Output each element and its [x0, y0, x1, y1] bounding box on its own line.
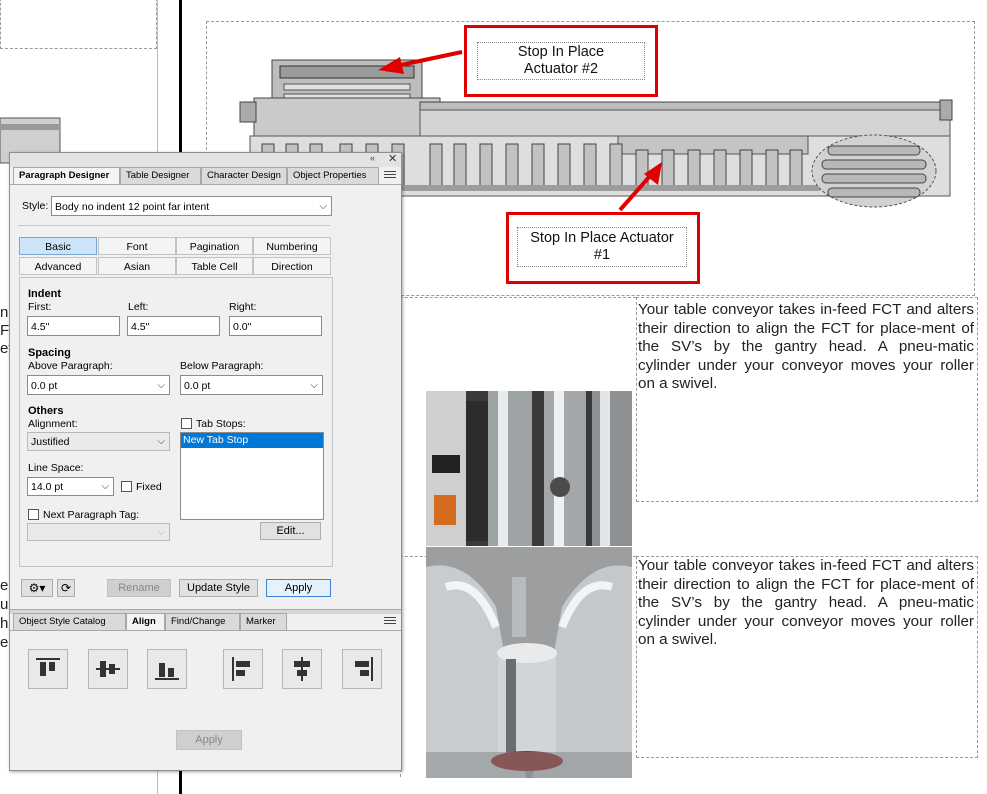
line-space-value: 14.0 pt: [31, 481, 64, 493]
callout-label: Stop In Place Actuator #1: [517, 227, 687, 267]
photo-rollers-top[interactable]: [426, 391, 632, 546]
chevron-down-icon: ⌵: [157, 436, 165, 447]
align-top-icon: [36, 658, 60, 676]
fixed-label: Fixed: [136, 481, 162, 493]
tab-character-designer[interactable]: Character Design: [201, 167, 287, 184]
tab-stops-label: Tab Stops:: [196, 418, 246, 430]
align-panel-menu-icon[interactable]: [384, 617, 396, 627]
grid-tab-numbering[interactable]: Numbering: [253, 237, 331, 255]
align-middle-button[interactable]: [88, 649, 128, 689]
align-bottom-icon: [155, 663, 179, 680]
top-tab-bar: Paragraph Designer Table Designer Charac…: [13, 167, 379, 185]
align-bottom-button[interactable]: [147, 649, 187, 689]
edit-button[interactable]: Edit...: [260, 522, 321, 540]
paragraph-text[interactable]: Your table conveyor takes in-feed FCT an…: [638, 557, 974, 650]
style-label: Style:: [22, 200, 49, 212]
chevron-down-icon: ⌵: [101, 481, 109, 492]
grid-tab-pagination[interactable]: Pagination: [176, 237, 253, 255]
align-apply-button[interactable]: Apply: [176, 730, 242, 750]
align-left-button[interactable]: [223, 649, 263, 689]
style-value: Body no indent 12 point far intent: [55, 201, 210, 213]
rename-button[interactable]: Rename: [107, 579, 171, 597]
tab-stops-checkbox[interactable]: [181, 418, 192, 429]
above-paragraph-value: 0.0 pt: [31, 380, 58, 392]
line-space-dropdown[interactable]: 14.0 pt ⌵: [27, 477, 114, 496]
next-paragraph-tag-checkbox[interactable]: [28, 509, 39, 520]
below-paragraph-dropdown[interactable]: 0.0 pt ⌵: [180, 375, 323, 395]
tab-object-style-catalog[interactable]: Object Style Catalog: [13, 613, 126, 630]
tab-find-change[interactable]: Find/Change: [165, 613, 240, 630]
tab-stop-item-new[interactable]: New Tab Stop: [181, 433, 323, 448]
right-label: Right:: [229, 301, 257, 313]
left-indent-field[interactable]: 4.5": [127, 316, 220, 336]
above-paragraph-label: Above Paragraph:: [28, 360, 113, 372]
next-paragraph-tag-label: Next Paragraph Tag:: [43, 509, 140, 521]
chevron-down-icon: ⌵: [157, 380, 165, 391]
fixed-checkbox[interactable]: [121, 481, 132, 492]
chevron-down-icon: ⌵: [157, 527, 165, 538]
above-paragraph-dropdown[interactable]: 0.0 pt ⌵: [27, 375, 170, 395]
tab-stops-list[interactable]: New Tab Stop: [180, 432, 324, 520]
body-paragraph[interactable]: Your table conveyor takes in-feed FCT an…: [638, 301, 974, 394]
align-center-button[interactable]: [282, 649, 322, 689]
close-icon[interactable]: ✕: [388, 152, 397, 165]
grid-tab-table-cell[interactable]: Table Cell: [176, 257, 253, 275]
apply-button[interactable]: Apply: [266, 579, 331, 597]
spacing-header: Spacing: [28, 347, 71, 359]
tab-table-designer[interactable]: Table Designer: [120, 167, 201, 184]
line-space-label: Line Space:: [28, 462, 84, 474]
next-paragraph-tag-dropdown[interactable]: ⌵: [27, 523, 170, 541]
align-left-icon: [232, 657, 250, 681]
chevron-down-icon: ⌵: [319, 201, 327, 212]
body-paragraph[interactable]: Your table conveyor takes in-feed FCT an…: [638, 557, 974, 650]
section-divider: [18, 225, 330, 226]
align-right-button[interactable]: [342, 649, 382, 689]
tab-divider: [10, 184, 401, 185]
guide-line: [400, 297, 636, 298]
tab-marker[interactable]: Marker: [240, 613, 287, 630]
paragraph-text[interactable]: Your table conveyor takes in-feed FCT an…: [638, 301, 974, 394]
below-paragraph-value: 0.0 pt: [184, 380, 211, 392]
first-indent-field[interactable]: 4.5": [27, 316, 120, 336]
tab-paragraph-designer[interactable]: Paragraph Designer: [13, 167, 120, 185]
photo-rollers-closeup[interactable]: [426, 547, 632, 778]
align-center-icon: [294, 657, 310, 681]
paragraph-designer-panel[interactable]: « ✕ Paragraph Designer Table Designer Ch…: [9, 152, 402, 771]
tab-object-properties[interactable]: Object Properties: [287, 167, 379, 184]
panel-menu-icon[interactable]: [384, 171, 396, 181]
grid-tab-asian[interactable]: Asian: [98, 257, 176, 275]
right-indent-field[interactable]: 0.0": [229, 316, 322, 336]
callout-label: Stop In Place Actuator #2: [477, 42, 645, 80]
grid-tab-basic[interactable]: Basic: [19, 237, 97, 255]
first-label: First:: [28, 301, 52, 313]
refresh-icon[interactable]: ⟳: [57, 579, 75, 597]
alignment-dropdown[interactable]: Justified ⌵: [27, 432, 170, 451]
indent-header: Indent: [28, 288, 61, 300]
grid-tab-font[interactable]: Font: [98, 237, 176, 255]
bottom-tab-bar: Object Style Catalog Align Find/Change M…: [13, 613, 287, 631]
style-dropdown[interactable]: Body no indent 12 point far intent ⌵: [51, 196, 332, 216]
collapse-icon[interactable]: «: [370, 153, 375, 163]
grid-tab-advanced[interactable]: Advanced: [19, 257, 97, 275]
callout-actuator-2: Stop In Place Actuator #2: [464, 25, 658, 97]
update-style-button[interactable]: Update Style: [179, 579, 258, 597]
align-right-icon: [355, 657, 373, 681]
chevron-down-icon: ⌵: [310, 380, 318, 391]
align-top-button[interactable]: [28, 649, 68, 689]
grid-tab-direction[interactable]: Direction: [253, 257, 331, 275]
others-header: Others: [28, 405, 64, 417]
alignment-value: Justified: [31, 436, 70, 448]
align-middle-icon: [96, 661, 120, 677]
below-paragraph-label: Below Paragraph:: [180, 360, 264, 372]
left-label: Left:: [128, 301, 149, 313]
panel-titlebar[interactable]: « ✕: [10, 153, 401, 167]
tab-align[interactable]: Align: [126, 613, 165, 631]
bottom-tab-divider: [10, 630, 401, 631]
alignment-label: Alignment:: [28, 418, 78, 430]
callout-actuator-1: Stop In Place Actuator #1: [506, 212, 700, 284]
gear-icon[interactable]: ⚙▾: [21, 579, 53, 597]
